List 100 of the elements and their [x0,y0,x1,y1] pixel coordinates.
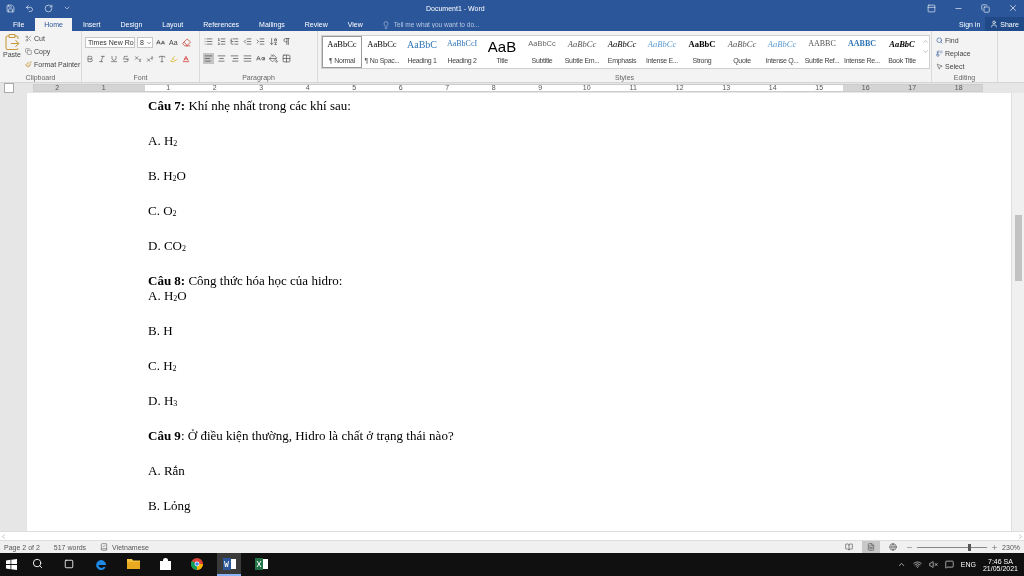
save-icon[interactable] [6,3,15,13]
scissors-icon [25,35,32,42]
restore-icon[interactable] [981,3,990,13]
web-layout-icon [889,543,898,551]
decrease-indent-icon [243,37,252,46]
bold-icon [86,54,94,63]
caret-icon[interactable] [896,560,906,569]
task-view-icon [64,558,74,569]
notification-icon[interactable] [944,560,954,569]
italic-icon [98,54,106,63]
document-paragraph: C. O$_{2}$ [148,203,177,218]
document-paragraph: D. H$_{3}$ [148,393,178,408]
sort-button[interactable] [268,36,279,47]
ribbon-display-icon[interactable] [927,3,936,13]
decrease-indent-button[interactable] [242,36,253,47]
clear-formatting-button[interactable] [180,37,192,48]
search-icon [936,37,943,44]
tab-selector[interactable] [4,83,14,93]
document-paragraph: C. H$_{2}$ [148,358,177,373]
document-paragraph: A. Rắn [148,463,185,478]
increase-indent-button[interactable] [255,36,266,47]
document-paragraph: A. H$_{2}$ [148,133,178,148]
document-paragraph: B. H$_{2}$O [148,168,186,183]
justify-icon [243,54,252,63]
multilevel-list-icon [230,37,239,46]
excel-app-icon [254,557,268,570]
document-paragraph: A. H$_{2}$O [148,288,187,303]
edge-icon [95,557,107,570]
zoom-in-icon[interactable] [991,543,999,551]
document-paragraph: B. H [148,323,173,338]
customize-icon[interactable] [63,4,71,12]
network-icon[interactable] [912,560,922,569]
paint-bucket-icon [269,54,278,63]
borders-button[interactable] [281,53,292,64]
numbering-button[interactable] [216,36,227,47]
search-icon [31,558,43,569]
shopping-bag-icon [159,557,171,570]
read-mode-icon [845,543,854,551]
windows-logo-icon[interactable] [6,559,17,570]
replace-icon [936,50,943,57]
bold-button[interactable] [85,53,95,64]
document-paragraph: D. CO$_{2}$ [148,238,186,253]
grow-font-button[interactable] [155,37,166,48]
document-paragraph: Câu 7: Khí nhẹ nhất trong các khí sau: [148,98,351,113]
person-icon [990,20,999,28]
proofing-icon[interactable] [100,543,109,551]
folder-icon [126,558,140,569]
clipboard-icon [3,33,21,51]
document-paragraph: Câu 9: Ở điều kiện thường, Hidro là chất ở trạng thái nào? [148,428,454,443]
superscript-icon [146,54,154,63]
zoom-thumb[interactable] [968,543,972,551]
view-button[interactable] [862,541,881,553]
taskbar-app[interactable] [217,553,241,576]
shading-button[interactable] [268,53,279,64]
bullets-icon [204,37,213,46]
lightbulb-icon[interactable] [381,20,390,29]
pilcrow-button[interactable] [281,36,292,47]
alignment-button[interactable] [242,53,253,64]
dropdown-icon [146,39,152,46]
strikethrough-button[interactable] [121,53,131,64]
numbering-icon [217,37,226,46]
sort-icon [269,37,278,46]
paintbrush-icon [25,61,32,68]
subscript-button[interactable] [133,53,143,64]
underline-button[interactable] [109,53,119,64]
word-app-icon [222,557,236,570]
font-color-icon [182,54,190,63]
font-color-button[interactable] [181,53,191,64]
align-center-icon [217,54,226,63]
superscript-button[interactable] [145,53,155,64]
highlighter-icon [170,54,178,63]
italic-button[interactable] [97,53,107,64]
bullets-button[interactable] [203,36,214,47]
subscript-icon [134,54,142,63]
borders-icon [282,54,291,63]
chrome-icon [191,557,203,570]
increase-indent-icon [256,37,265,46]
font-size-icon [156,38,165,47]
align-left-icon [204,54,213,63]
vertical-scrollbar[interactable] [1011,93,1024,531]
document-paragraph: B. Lỏng [148,498,191,513]
text-effects-button[interactable] [157,53,167,64]
undo-icon[interactable] [25,3,34,13]
pointer-icon [936,63,943,70]
alignment-button[interactable] [216,53,227,64]
scroll-thumb[interactable] [1014,215,1022,281]
print-layout-icon [867,543,876,551]
strikethrough-icon [122,54,130,63]
text-effects-icon [158,54,166,63]
underline-icon [110,54,118,63]
alignment-button[interactable] [203,53,214,64]
close-icon[interactable] [1008,3,1018,13]
pilcrow-icon [282,37,291,46]
alignment-button[interactable] [229,53,240,64]
eraser-icon [181,38,191,47]
redo-icon[interactable] [44,3,53,13]
multilevel-list-button[interactable] [229,36,240,47]
copy-icon [25,48,32,55]
document-paragraph: Câu 8: Công thức hóa học của hidro: [148,273,343,288]
speaker-muted-icon[interactable] [928,560,938,569]
